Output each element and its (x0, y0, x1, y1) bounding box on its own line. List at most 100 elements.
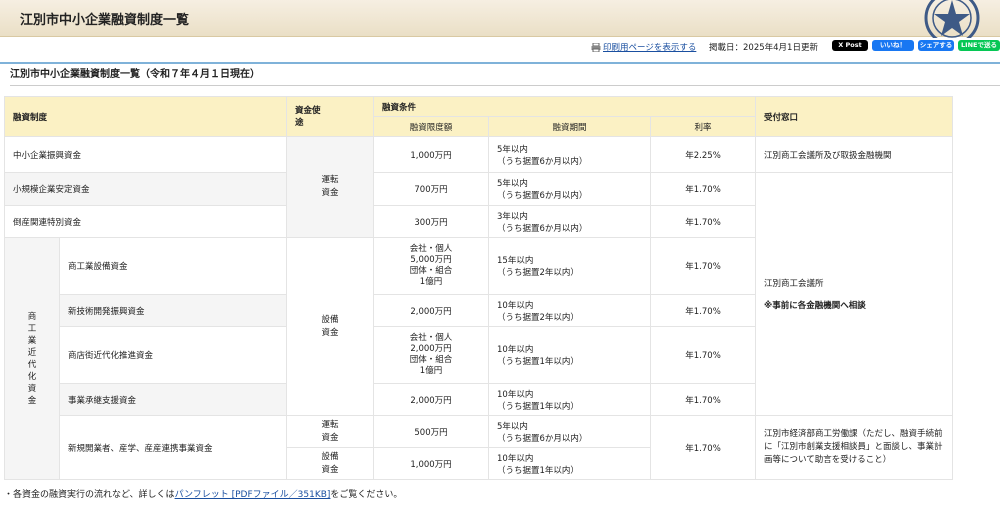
purpose-operating-label: 運転資金 (321, 175, 339, 198)
limit-group: 団体・組合 (409, 266, 453, 276)
group-label-text: 商工業近代化資金 (27, 311, 37, 406)
city-emblem-icon (924, 0, 980, 38)
loan-period: 10年以内 （うち据置1年以内） (488, 447, 652, 480)
loan-name: 新技術開発振興資金 (58, 294, 288, 327)
loan-limit: 2,000万円 (373, 294, 490, 327)
footnote-suffix: をご覧ください。 (330, 490, 403, 500)
page-header: 江別市中小企業融資制度一覧 (0, 0, 1000, 38)
loan-name: 小規模企業安定資金 (3, 172, 288, 206)
loan-limit: 会社・個人 2,000万円 団体・組合 1億円 (373, 326, 490, 384)
loan-window: 江別市経済部商工労働課（ただし、融資手続前に「江別市創業支援相談員」と面談し、事… (755, 415, 954, 480)
purpose-equipment: 設備資金 (286, 237, 375, 416)
loan-limit: 1,000万円 (373, 447, 490, 480)
period-grace: （うち据置6か月以内） (497, 156, 588, 167)
header-purpose: 資金使途 (286, 96, 375, 137)
section-title: 江別市中小企業融資制度一覧（令和７年４月１日現在） (10, 65, 1000, 86)
limit-company: 会社・個人 (409, 333, 453, 343)
window-name: 江別商工会議所 (764, 279, 824, 289)
window-note: ※事前に各金融機関へ相談 (764, 301, 866, 311)
period-years: 10年以内 (497, 300, 534, 311)
limit-company-amount: 5,000万円 (410, 255, 452, 265)
loan-limit: 1,000万円 (373, 136, 490, 173)
loan-period: 5年以内 （うち据置6か月以内） (488, 415, 652, 448)
loan-period: 5年以内 （うち据置6か月以内） (488, 172, 652, 206)
pamphlet-pdf-link[interactable]: パンフレット [PDFファイル／351KB] (175, 490, 331, 500)
loan-limit: 500万円 (373, 415, 490, 448)
printer-icon (591, 42, 601, 53)
period-grace: （うち据置1年以内） (497, 401, 579, 412)
loan-limit: 700万円 (373, 172, 490, 206)
x-post-button[interactable]: X Post (832, 40, 868, 51)
loan-period: 15年以内 （うち据置2年以内） (488, 237, 652, 295)
footnote: ・各資金の融資実行の流れなど、詳しくはパンフレット [PDFファイル／351KB… (4, 487, 402, 500)
period-years: 5年以内 (497, 179, 528, 189)
period-years: 10年以内 (497, 453, 534, 464)
purpose-equipment-label: 設備資金 (321, 451, 339, 475)
loan-limit: 会社・個人 5,000万円 団体・組合 1億円 (373, 237, 490, 295)
period-grace: （うち据置2年以内） (497, 312, 579, 323)
period-years: 15年以内 (497, 256, 534, 266)
divider (0, 62, 1000, 64)
header-loan-system: 融資制度 (3, 96, 288, 137)
limit-company: 会社・個人 (409, 244, 453, 254)
loan-limit: 300万円 (373, 205, 490, 238)
loan-rate: 年1.70% (650, 237, 757, 295)
period-grace: （うち据置6か月以内） (497, 223, 588, 234)
period-grace: （うち据置1年以内） (497, 465, 579, 476)
period-years: 3年以内 (497, 211, 528, 222)
loan-period: 10年以内 （うち据置2年以内） (488, 294, 652, 327)
period-grace: （うち据置6か月以内） (497, 191, 588, 201)
loan-name: 商工業設備資金 (58, 237, 288, 295)
header-window: 受付窓口 (755, 96, 954, 137)
loan-window: 江別商工会議所及び取扱金融機関 (755, 136, 954, 173)
loan-rate: 年1.70% (650, 326, 757, 384)
period-grace: （うち据置6か月以内） (497, 433, 588, 444)
loan-window: 江別商工会議所 ※事前に各金融機関へ相談 (755, 172, 954, 416)
period-years: 5年以内 (497, 421, 528, 432)
header-limit: 融資限度額 (373, 116, 490, 137)
line-send-button[interactable]: LINEで送る (958, 40, 1000, 51)
loan-rate: 年1.70% (650, 383, 757, 416)
footnote-prefix: ・各資金の融資実行の流れなど、詳しくは (4, 490, 175, 500)
table-row: 小規模企業安定資金 700万円 5年以内 （うち据置6か月以内） 年1.70% 江… (3, 172, 954, 416)
loan-name: 倒産関連特別資金 (3, 205, 288, 238)
loan-name: 中小企業振興資金 (3, 136, 288, 173)
loan-period: 5年以内 （うち据置6か月以内） (488, 136, 652, 173)
loan-name: 事業承継支援資金 (58, 383, 288, 416)
loan-limit: 2,000万円 (373, 383, 490, 416)
posted-date: 掲載日：2025年4月1日更新 (709, 43, 818, 53)
limit-group-amount: 1億円 (419, 366, 443, 376)
group-label: 商工業近代化資金 (4, 237, 60, 480)
purpose-equipment-label: 設備資金 (321, 314, 339, 338)
loan-period: 10年以内 （うち据置1年以内） (488, 383, 652, 416)
loan-rate: 年2.25% (650, 136, 757, 173)
limit-group: 団体・組合 (409, 355, 453, 365)
header-rate: 利率 (650, 116, 757, 137)
purpose-equipment: 設備資金 (286, 447, 375, 480)
period-grace: （うち据置1年以内） (497, 357, 579, 367)
print-page-label: 印刷用ページを表示する (603, 43, 697, 53)
header-period: 融資期間 (488, 116, 652, 137)
facebook-like-button[interactable]: いいね！ (872, 40, 914, 51)
loan-name: 新規開業者、産学、産産連携事業資金 (58, 415, 288, 480)
header-conditions: 融資条件 (373, 96, 757, 117)
period-grace: （うち据置2年以内） (497, 268, 579, 278)
loan-rate: 年1.70% (650, 415, 757, 480)
loan-period: 3年以内 （うち据置6か月以内） (488, 205, 652, 238)
print-page-link[interactable]: 印刷用ページを表示する (591, 41, 696, 53)
period-years: 10年以内 (497, 389, 534, 400)
limit-company-amount: 2,000万円 (410, 344, 452, 354)
facebook-share-button[interactable]: シェアする (918, 40, 954, 51)
table-row: 新規開業者、産学、産産連携事業資金 運転資金 500万円 5年以内 （うち据置6か… (5, 415, 954, 480)
purpose-operating-label: 運転資金 (321, 419, 339, 443)
purpose-operating: 運転資金 (286, 136, 375, 238)
loan-rate: 年1.70% (650, 205, 757, 238)
action-bar: 印刷用ページを表示する 掲載日：2025年4月1日更新 X Post いいね！ … (0, 37, 1000, 57)
loan-period: 10年以内 （うち据置1年以内） (488, 326, 652, 384)
period-years: 10年以内 (497, 345, 534, 355)
purpose-operating: 運転資金 (286, 415, 375, 448)
loan-name: 商店街近代化推進資金 (58, 326, 288, 384)
loan-rate: 年1.70% (650, 294, 757, 327)
limit-group-amount: 1億円 (419, 277, 443, 287)
loan-rate: 年1.70% (650, 172, 757, 206)
